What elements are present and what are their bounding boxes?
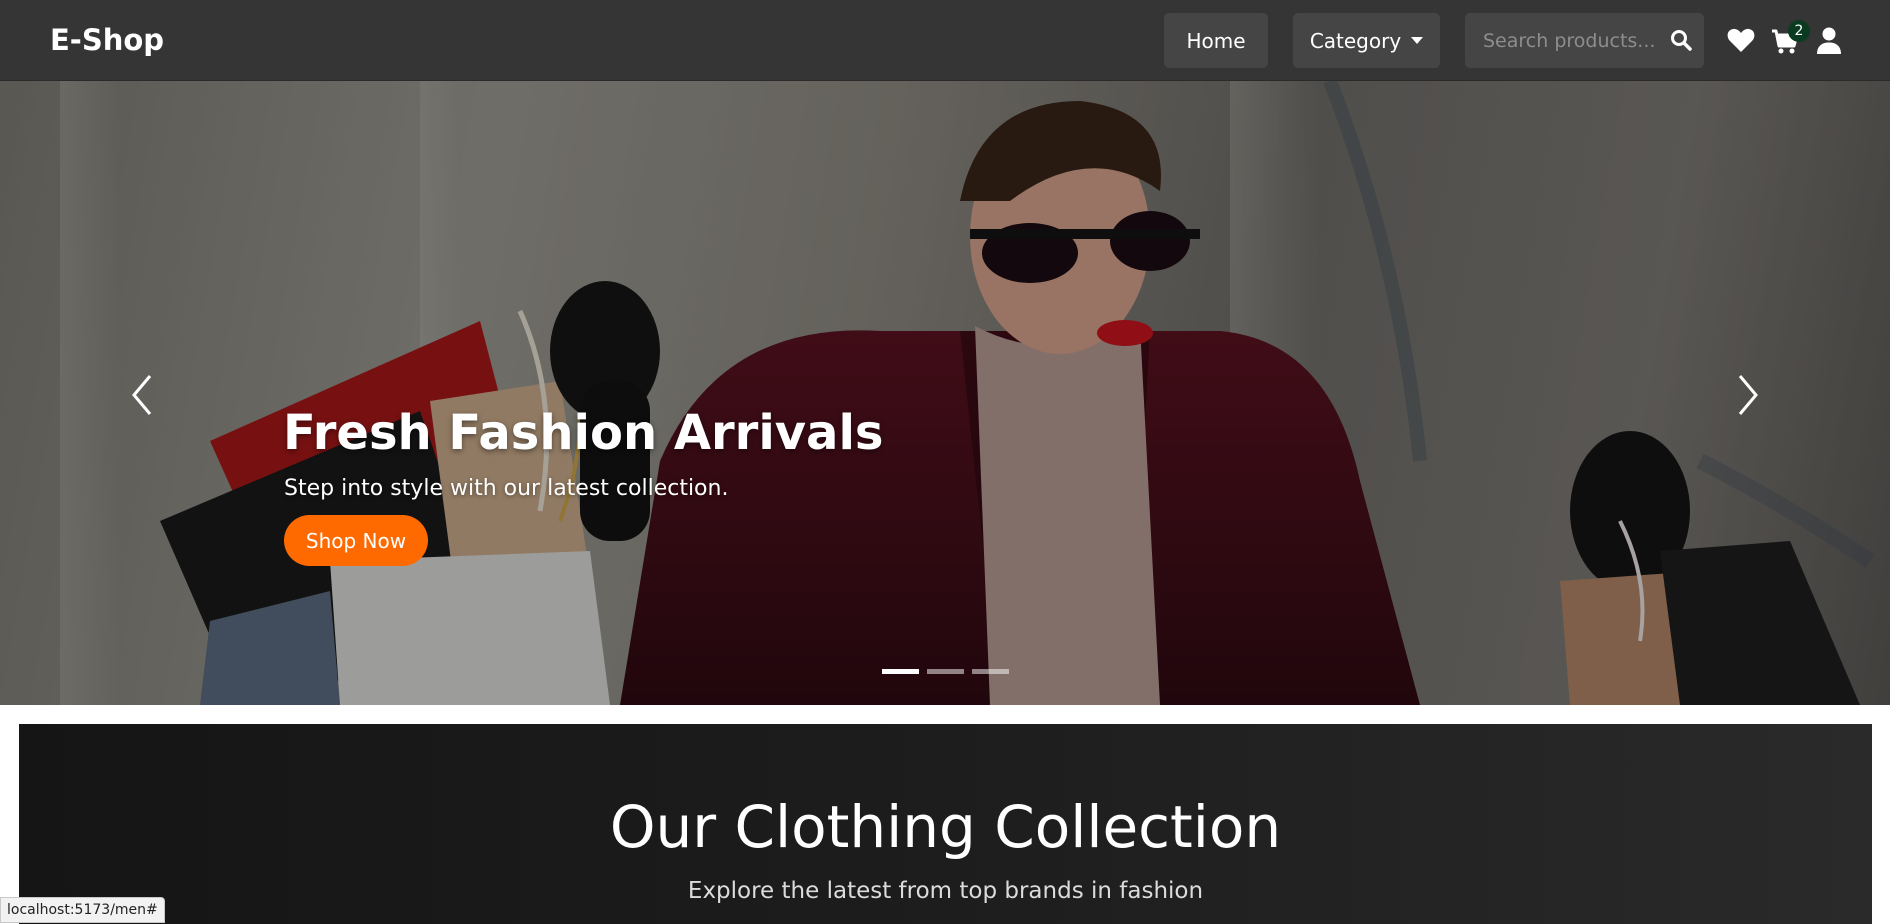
nav-home-label: Home — [1186, 28, 1246, 53]
hero-title: Fresh Fashion Arrivals — [283, 405, 884, 461]
search-icon[interactable] — [1669, 28, 1693, 52]
shop-now-button[interactable]: Shop Now — [284, 515, 428, 566]
hero-subtitle: Step into style with our latest collecti… — [284, 476, 729, 501]
brand-logo[interactable]: E-Shop — [50, 20, 164, 60]
status-bar-url: localhost:5173/men# — [0, 897, 165, 923]
carousel-next-arrow-icon[interactable] — [1732, 370, 1762, 420]
carousel-prev-arrow-icon[interactable] — [128, 370, 158, 420]
carousel-indicator-2[interactable] — [927, 669, 964, 674]
nav-category-label: Category — [1309, 28, 1402, 53]
carousel-indicator-1[interactable] — [882, 669, 919, 674]
collection-banner: Our Clothing Collection Explore the late… — [19, 724, 1872, 924]
collection-subtitle: Explore the latest from top brands in fa… — [687, 878, 1204, 904]
shop-now-label: Shop Now — [305, 528, 407, 553]
navbar: E-Shop Home Category 2 — [0, 0, 1890, 81]
cart-count-badge: 2 — [1788, 20, 1810, 42]
nav-home-button[interactable]: Home — [1164, 13, 1268, 68]
hero-carousel: Fresh Fashion Arrivals Step into style w… — [0, 81, 1890, 705]
user-icon[interactable] — [1816, 27, 1842, 55]
hero-overlay — [0, 81, 1890, 705]
heart-icon[interactable] — [1727, 27, 1755, 53]
carousel-indicator-3[interactable] — [972, 669, 1009, 674]
chevron-down-icon — [1411, 37, 1424, 44]
collection-title: Our Clothing Collection — [609, 793, 1282, 861]
search-input[interactable] — [1465, 13, 1665, 68]
nav-category-dropdown[interactable]: Category — [1293, 13, 1440, 68]
